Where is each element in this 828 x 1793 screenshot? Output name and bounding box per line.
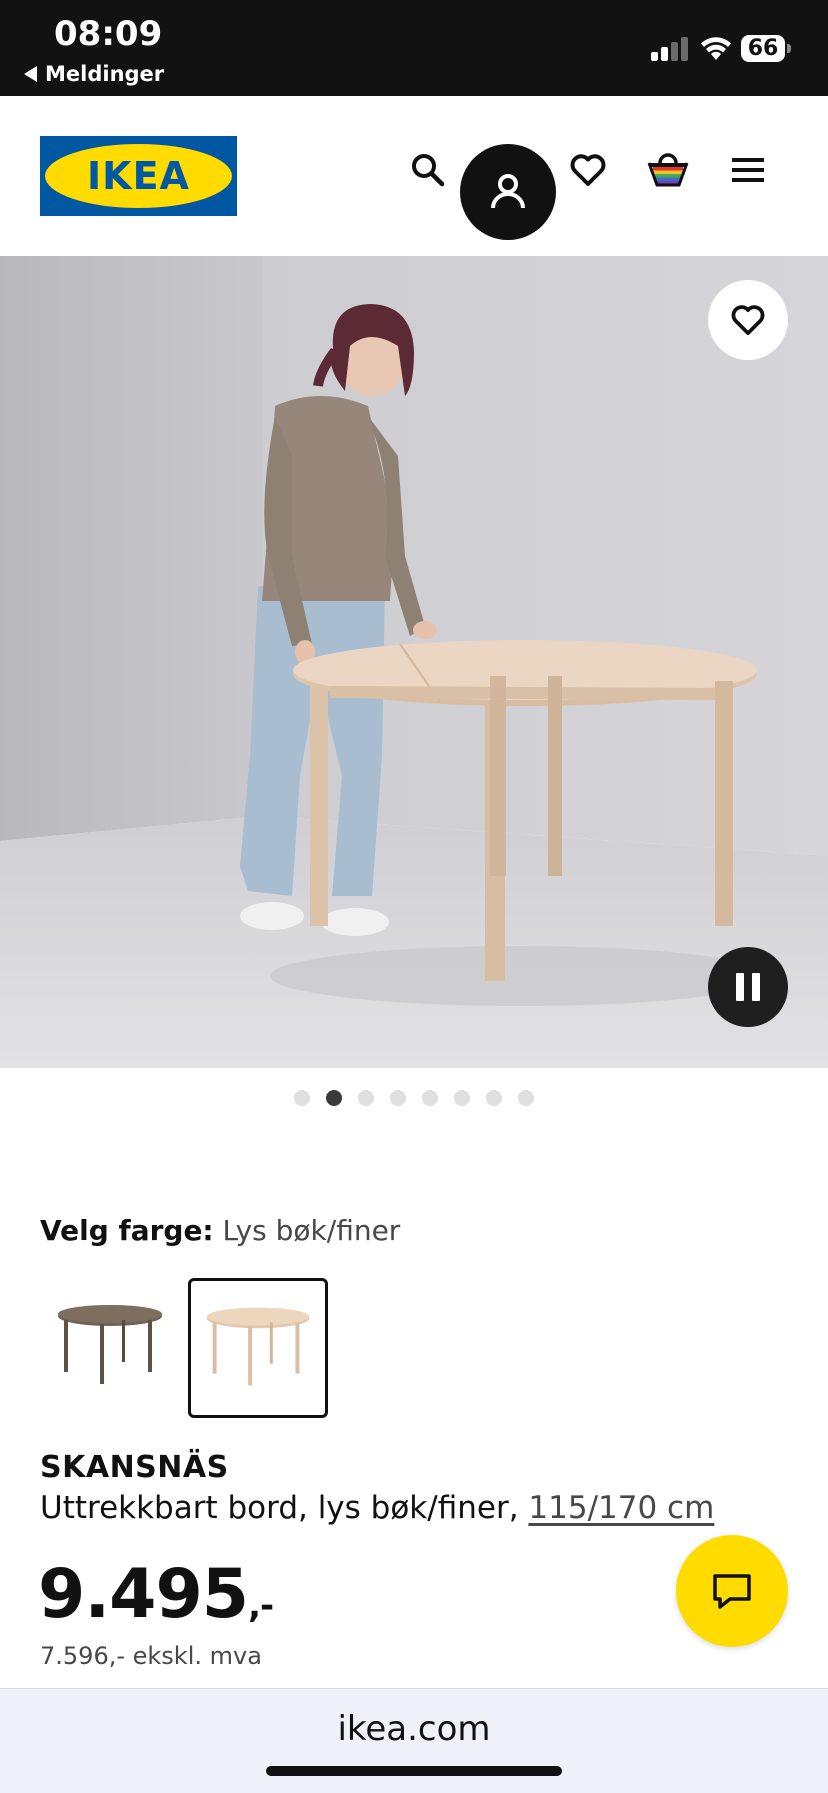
heart-icon [731, 305, 765, 336]
product-video[interactable] [0, 256, 828, 1068]
favourites-button[interactable] [548, 130, 628, 210]
product-description: Uttrekkbart bord, lys bøk/finer, 115/170… [40, 1490, 714, 1526]
carousel-dot[interactable] [358, 1090, 374, 1106]
pause-icon [732, 973, 764, 1001]
color-label: Velg farge: [40, 1214, 214, 1247]
chat-bubble-icon [713, 1574, 751, 1609]
add-to-favourites-button[interactable] [708, 280, 788, 360]
product-price: 9.495,- [38, 1555, 274, 1634]
carousel-dot[interactable] [294, 1090, 310, 1106]
address-bar-url[interactable]: ikea.com [0, 1709, 828, 1749]
wifi-icon [701, 37, 731, 60]
back-label: Meldinger [45, 62, 165, 86]
account-icon [491, 174, 525, 209]
account-button[interactable] [460, 144, 556, 240]
color-value: Lys bøk/finer [222, 1214, 401, 1247]
carousel-dot-active[interactable] [326, 1090, 342, 1106]
dark-table-thumbnail [58, 1305, 162, 1384]
product-size-link[interactable]: 115/170 cm [528, 1490, 714, 1526]
cellular-signal-icon [651, 37, 691, 61]
ikea-logo[interactable]: IKEA [40, 136, 237, 216]
search-button[interactable] [388, 130, 468, 210]
price-excl-vat: 7.596,- ekskl. mva [40, 1642, 262, 1670]
back-to-app-link[interactable]: Meldinger [24, 62, 164, 86]
color-option-light-beech-selected[interactable] [188, 1278, 328, 1418]
color-select-label: Velg farge: Lys bøk/finer [40, 1214, 400, 1247]
battery-level: 66 [747, 36, 779, 61]
image-carousel-dots [0, 1090, 828, 1108]
logo-text: IKEA [87, 154, 190, 198]
cart-button[interactable] [628, 130, 708, 210]
price-suffix: ,- [248, 1586, 274, 1626]
carousel-dot[interactable] [454, 1090, 470, 1106]
carousel-dot[interactable] [422, 1090, 438, 1106]
home-indicator[interactable] [266, 1766, 562, 1776]
product-name: SKANSNÄS [40, 1450, 229, 1485]
status-time: 08:09 [54, 14, 163, 54]
battery-icon: 66 [741, 35, 791, 62]
back-arrow-icon [24, 66, 37, 82]
product-photo [0, 256, 828, 1068]
carousel-dot[interactable] [486, 1090, 502, 1106]
heart-icon [570, 154, 606, 186]
menu-button[interactable] [708, 130, 788, 210]
site-header: IKEA [0, 96, 828, 256]
product-description-text: Uttrekkbart bord, lys bøk/finer, [40, 1490, 519, 1526]
carousel-dot[interactable] [518, 1090, 534, 1106]
status-bar: 08:09 Meldinger 66 [0, 0, 828, 96]
search-icon [412, 154, 445, 187]
light-table-thumbnail [206, 1307, 310, 1386]
color-option-dark[interactable] [42, 1278, 178, 1414]
carousel-dot[interactable] [390, 1090, 406, 1106]
pause-video-button[interactable] [708, 947, 788, 1027]
menu-icon [732, 158, 764, 182]
browser-address-bar[interactable]: ikea.com [0, 1688, 828, 1793]
price-value: 9.495 [38, 1555, 249, 1634]
cart-icon [647, 153, 689, 187]
chat-button[interactable] [676, 1535, 788, 1647]
